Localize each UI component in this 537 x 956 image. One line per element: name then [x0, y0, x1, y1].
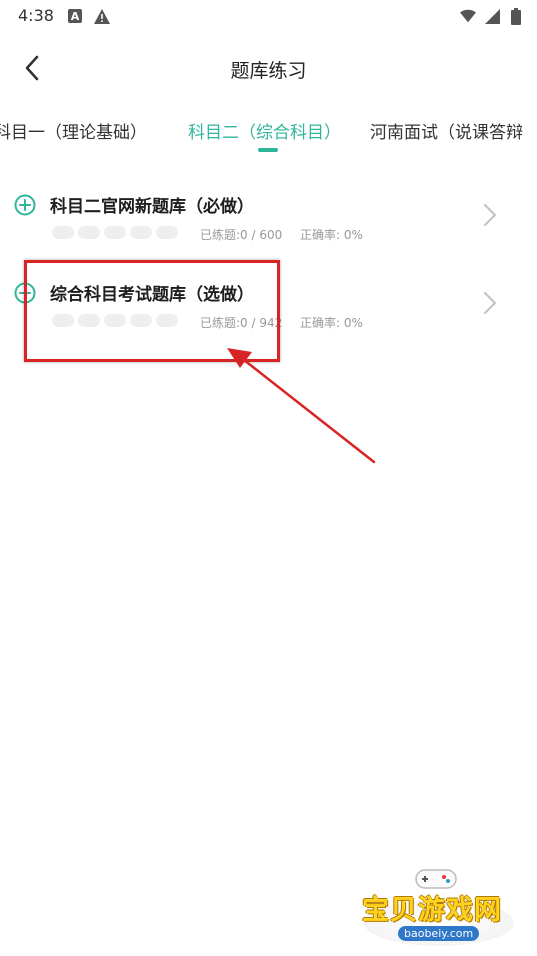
signal-icon	[484, 8, 500, 24]
chevron-right-icon	[483, 291, 497, 315]
tab-subject-one[interactable]: 科目一（理论基础）	[0, 118, 147, 143]
accessibility-notification-icon: A	[68, 9, 82, 23]
page-title: 题库练习	[230, 60, 307, 82]
tab-henan-interview[interactable]: 河南面试（说课答辩	[370, 118, 523, 143]
progress-star-placeholder	[104, 226, 126, 239]
progress-star-placeholder	[52, 226, 74, 239]
status-time: 4:38	[18, 6, 54, 25]
watermark-brand: 宝贝游戏网	[362, 895, 502, 926]
accuracy-rate: 正确率: 0%	[300, 316, 363, 330]
progress-star-placeholder	[78, 226, 100, 239]
accuracy-rate: 正确率: 0%	[300, 228, 363, 242]
progress-star-placeholder	[130, 226, 152, 239]
practiced-count: 已练题:0 / 600	[200, 228, 283, 242]
question-bank-item[interactable]: 科目二官网新题库（必做） 已练题:0 / 600 正确率: 0%	[0, 182, 537, 262]
battery-icon	[508, 7, 524, 25]
annotation-highlight-box	[24, 260, 280, 362]
watermark-url: baobeiy.com	[398, 926, 480, 941]
wifi-icon	[460, 8, 476, 24]
active-tab-indicator	[258, 148, 278, 152]
subject-tabs: 科目一（理论基础） 科目二（综合科目） 河南面试（说课答辩	[0, 108, 537, 156]
chevron-right-icon	[483, 203, 497, 227]
warning-icon	[94, 8, 110, 24]
tab-subject-two[interactable]: 科目二（综合科目）	[188, 118, 341, 143]
item-title: 科目二官网新题库（必做）	[50, 197, 254, 217]
progress-star-placeholder	[156, 226, 178, 239]
watermark-logo: 宝贝游戏网 baobeiy.com	[356, 860, 516, 950]
expand-plus-icon[interactable]	[14, 194, 36, 216]
status-bar: 4:38 A	[0, 0, 537, 34]
top-app-bar: 题库练习	[0, 40, 537, 96]
